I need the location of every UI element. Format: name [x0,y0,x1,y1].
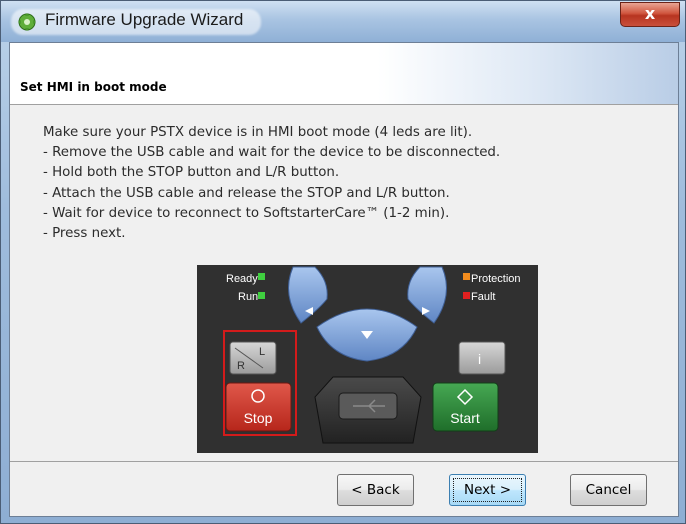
led-ready-indicator [258,273,265,280]
hmi-panel-illustration: Ready Run Protection Fault R L i Stop St… [197,265,538,453]
led-run-label: Run [238,291,258,303]
wizard-window: Firmware Upgrade Wizard x Set HMI in boo… [0,0,686,524]
close-icon: x [644,4,656,23]
button-bar-divider [10,461,678,462]
led-ready-label: Ready [226,273,258,285]
wizard-header: Set HMI in boot mode [10,43,678,105]
instructions-block: Make sure your PSTX device is in HMI boo… [43,123,663,244]
start-label: Start [450,410,480,426]
focus-rectangle [453,478,522,502]
led-fault-label: Fault [471,291,495,303]
cancel-button[interactable]: Cancel [570,474,647,506]
title-bar[interactable]: Firmware Upgrade Wizard x [1,1,685,42]
wizard-client-area: Set HMI in boot mode Make sure your PSTX… [9,42,679,517]
instruction-line: - Hold both the STOP button and L/R butt… [43,165,340,181]
next-button[interactable]: Next > [449,474,526,506]
instruction-line: - Remove the USB cable and wait for the … [43,145,501,161]
instruction-line: - Wait for device to reconnect to Softst… [43,205,450,221]
led-fault-indicator [463,292,470,299]
app-gear-icon [18,13,36,31]
instruction-line: Make sure your PSTX device is in HMI boo… [43,125,473,140]
page-title: Set HMI in boot mode [20,80,167,94]
window-title: Firmware Upgrade Wizard [45,10,244,29]
led-run-indicator [258,292,265,299]
instruction-line: - Press next. [43,226,126,242]
back-button[interactable]: < Back [337,474,414,506]
lr-label-l: L [259,346,265,358]
info-icon: i [478,351,481,367]
close-button[interactable]: x [620,2,680,27]
led-protection-indicator [463,273,470,280]
led-protection-label: Protection [471,273,521,285]
stop-label: Stop [244,410,273,426]
hmi-panel-image: Ready Run Protection Fault R L i Stop St… [197,265,538,453]
info-button [458,341,506,375]
instruction-line: - Attach the USB cable and release the S… [43,185,450,201]
lr-label-r: R [237,360,245,372]
